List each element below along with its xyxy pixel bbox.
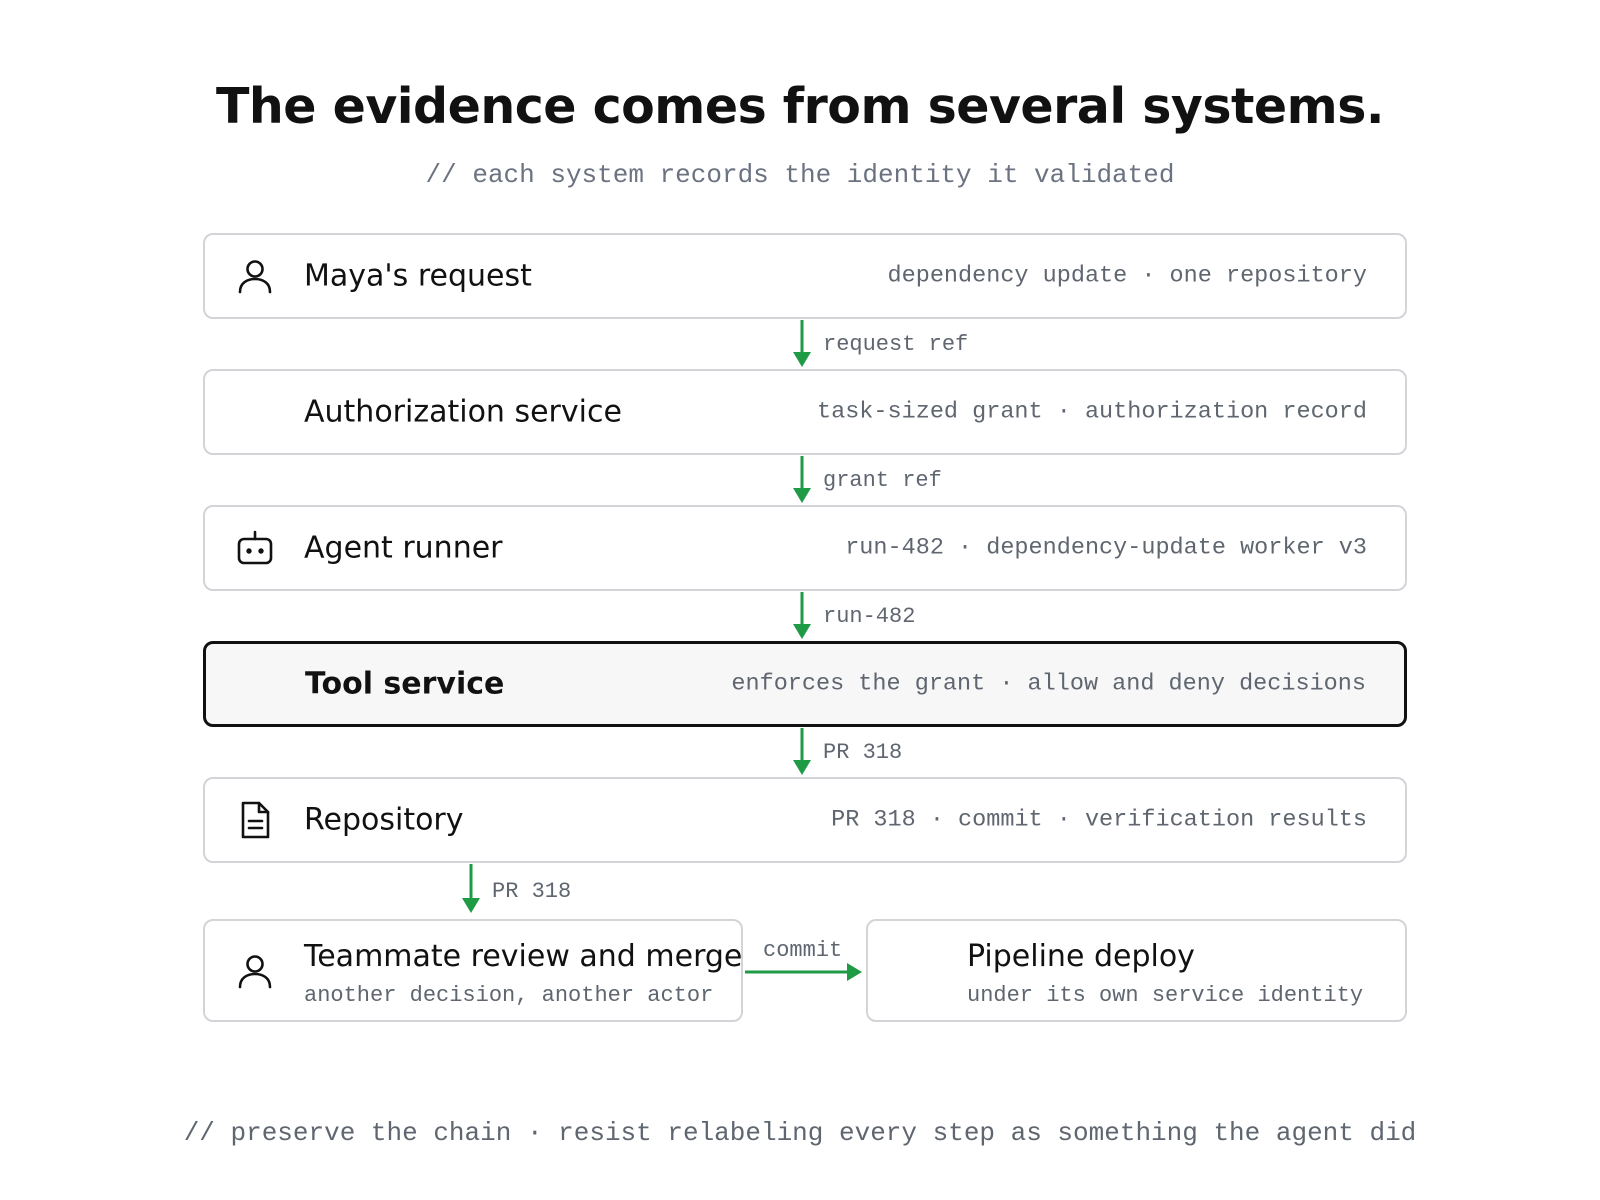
node-pipeline-deploy: Pipeline deploy under its own service id… [866,919,1407,1022]
connector-label: commit [763,938,843,963]
node-label: Pipeline deploy [967,939,1195,974]
node-label: Repository [304,802,464,838]
node-agent-runner: Agent runner run-482 · dependency-update… [203,505,1407,591]
node-meta: dependency update · one repository [887,262,1367,290]
node-meta: PR 318 · commit · verification results [831,806,1367,834]
arrow-runner-to-tool [792,592,812,640]
node-meta: enforces the grant · allow and deny deci… [731,670,1366,698]
node-teammate-review: Teammate review and merge another decisi… [203,919,743,1022]
node-label: Maya's request [304,258,532,294]
connector-label: grant ref [823,468,942,493]
node-sub: under its own service identity [967,983,1364,1008]
footer-note: // preserve the chain · resist relabelin… [183,1118,1417,1148]
node-label: Agent runner [304,530,503,566]
connector-label: request ref [823,332,969,357]
user-icon [235,256,275,296]
node-authorization-service: Authorization service task-sized grant ·… [203,369,1407,455]
arrow-authorization-to-runner [792,456,812,504]
node-label: Teammate review and merge [304,939,743,974]
node-mayas-request: Maya's request dependency update · one r… [203,233,1407,319]
connector-label: PR 318 [823,740,903,765]
user-icon [235,951,275,991]
arrow-tool-to-repository [792,728,812,776]
arrow-review-to-deploy [745,962,865,982]
node-meta: task-sized grant · authorization record [817,398,1367,426]
document-icon [235,800,275,840]
arrow-request-to-authorization [792,320,812,368]
node-meta: run-482 · dependency-update worker v3 [845,534,1367,562]
robot-icon [235,528,275,568]
node-repository: Repository PR 318 · commit · verificatio… [203,777,1407,863]
connector-label: run-482 [823,604,916,629]
node-label: Tool service [305,666,505,702]
node-sub: another decision, another actor [304,983,714,1008]
connector-label: PR 318 [492,879,572,904]
node-tool-service: Tool service enforces the grant · allow … [203,641,1407,727]
node-label: Authorization service [304,394,622,430]
page-title: The evidence comes from several systems. [215,78,1385,135]
arrow-repository-to-review [461,864,481,914]
page-subtitle: // each system records the identity it v… [425,160,1175,190]
